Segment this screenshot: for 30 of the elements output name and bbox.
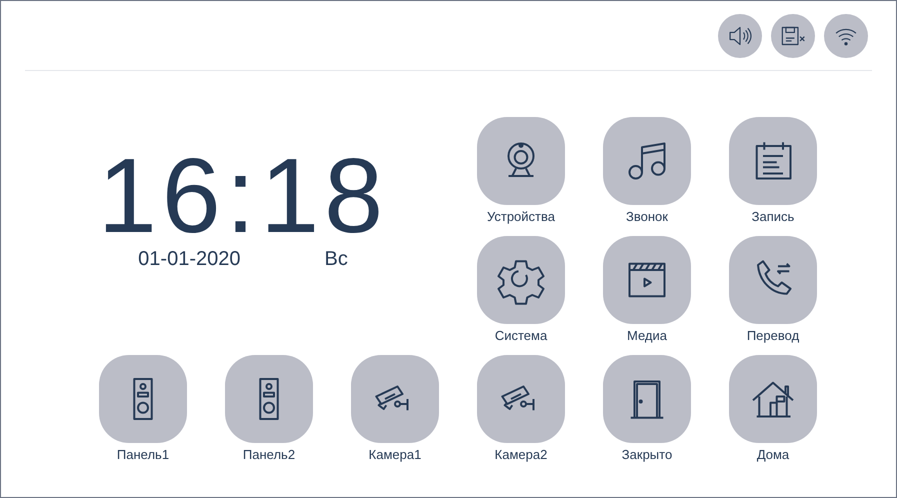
tile-button[interactable]: [603, 117, 691, 205]
card-crossed-button[interactable]: [771, 14, 815, 58]
speaker-button[interactable]: [718, 14, 762, 58]
tile-button[interactable]: [477, 355, 565, 443]
tile-label: Панель1: [116, 447, 170, 463]
wifi-button[interactable]: [824, 14, 868, 58]
tile-label: Дома: [756, 447, 790, 463]
tile-label: Перевод: [746, 328, 800, 344]
weekday-text: Вс: [324, 248, 348, 270]
tile-label: Система: [494, 328, 548, 344]
tile-button[interactable]: [729, 355, 817, 443]
clock-time: 16:18: [98, 152, 388, 240]
tile-label: Камера1: [368, 447, 422, 463]
tile-button[interactable]: [603, 236, 691, 324]
tile-button[interactable]: [603, 355, 691, 443]
tile-button[interactable]: [477, 236, 565, 324]
tile-label: Медиа: [627, 328, 667, 344]
tile-label: Устройства: [486, 209, 555, 225]
tile-button[interactable]: [477, 117, 565, 205]
tile-label: Панель2: [242, 447, 296, 463]
tile-label: Закрыто: [622, 447, 672, 463]
tile-button[interactable]: [729, 117, 817, 205]
tile-label: Звонок: [626, 209, 668, 225]
tile-button[interactable]: [225, 355, 313, 443]
date-text: 01-01-2020: [138, 248, 240, 270]
tile-label: Запись: [752, 209, 794, 225]
tile-label: Камера2: [494, 447, 548, 463]
tile-button[interactable]: [729, 236, 817, 324]
tile-button[interactable]: [99, 355, 187, 443]
tile-button[interactable]: [351, 355, 439, 443]
